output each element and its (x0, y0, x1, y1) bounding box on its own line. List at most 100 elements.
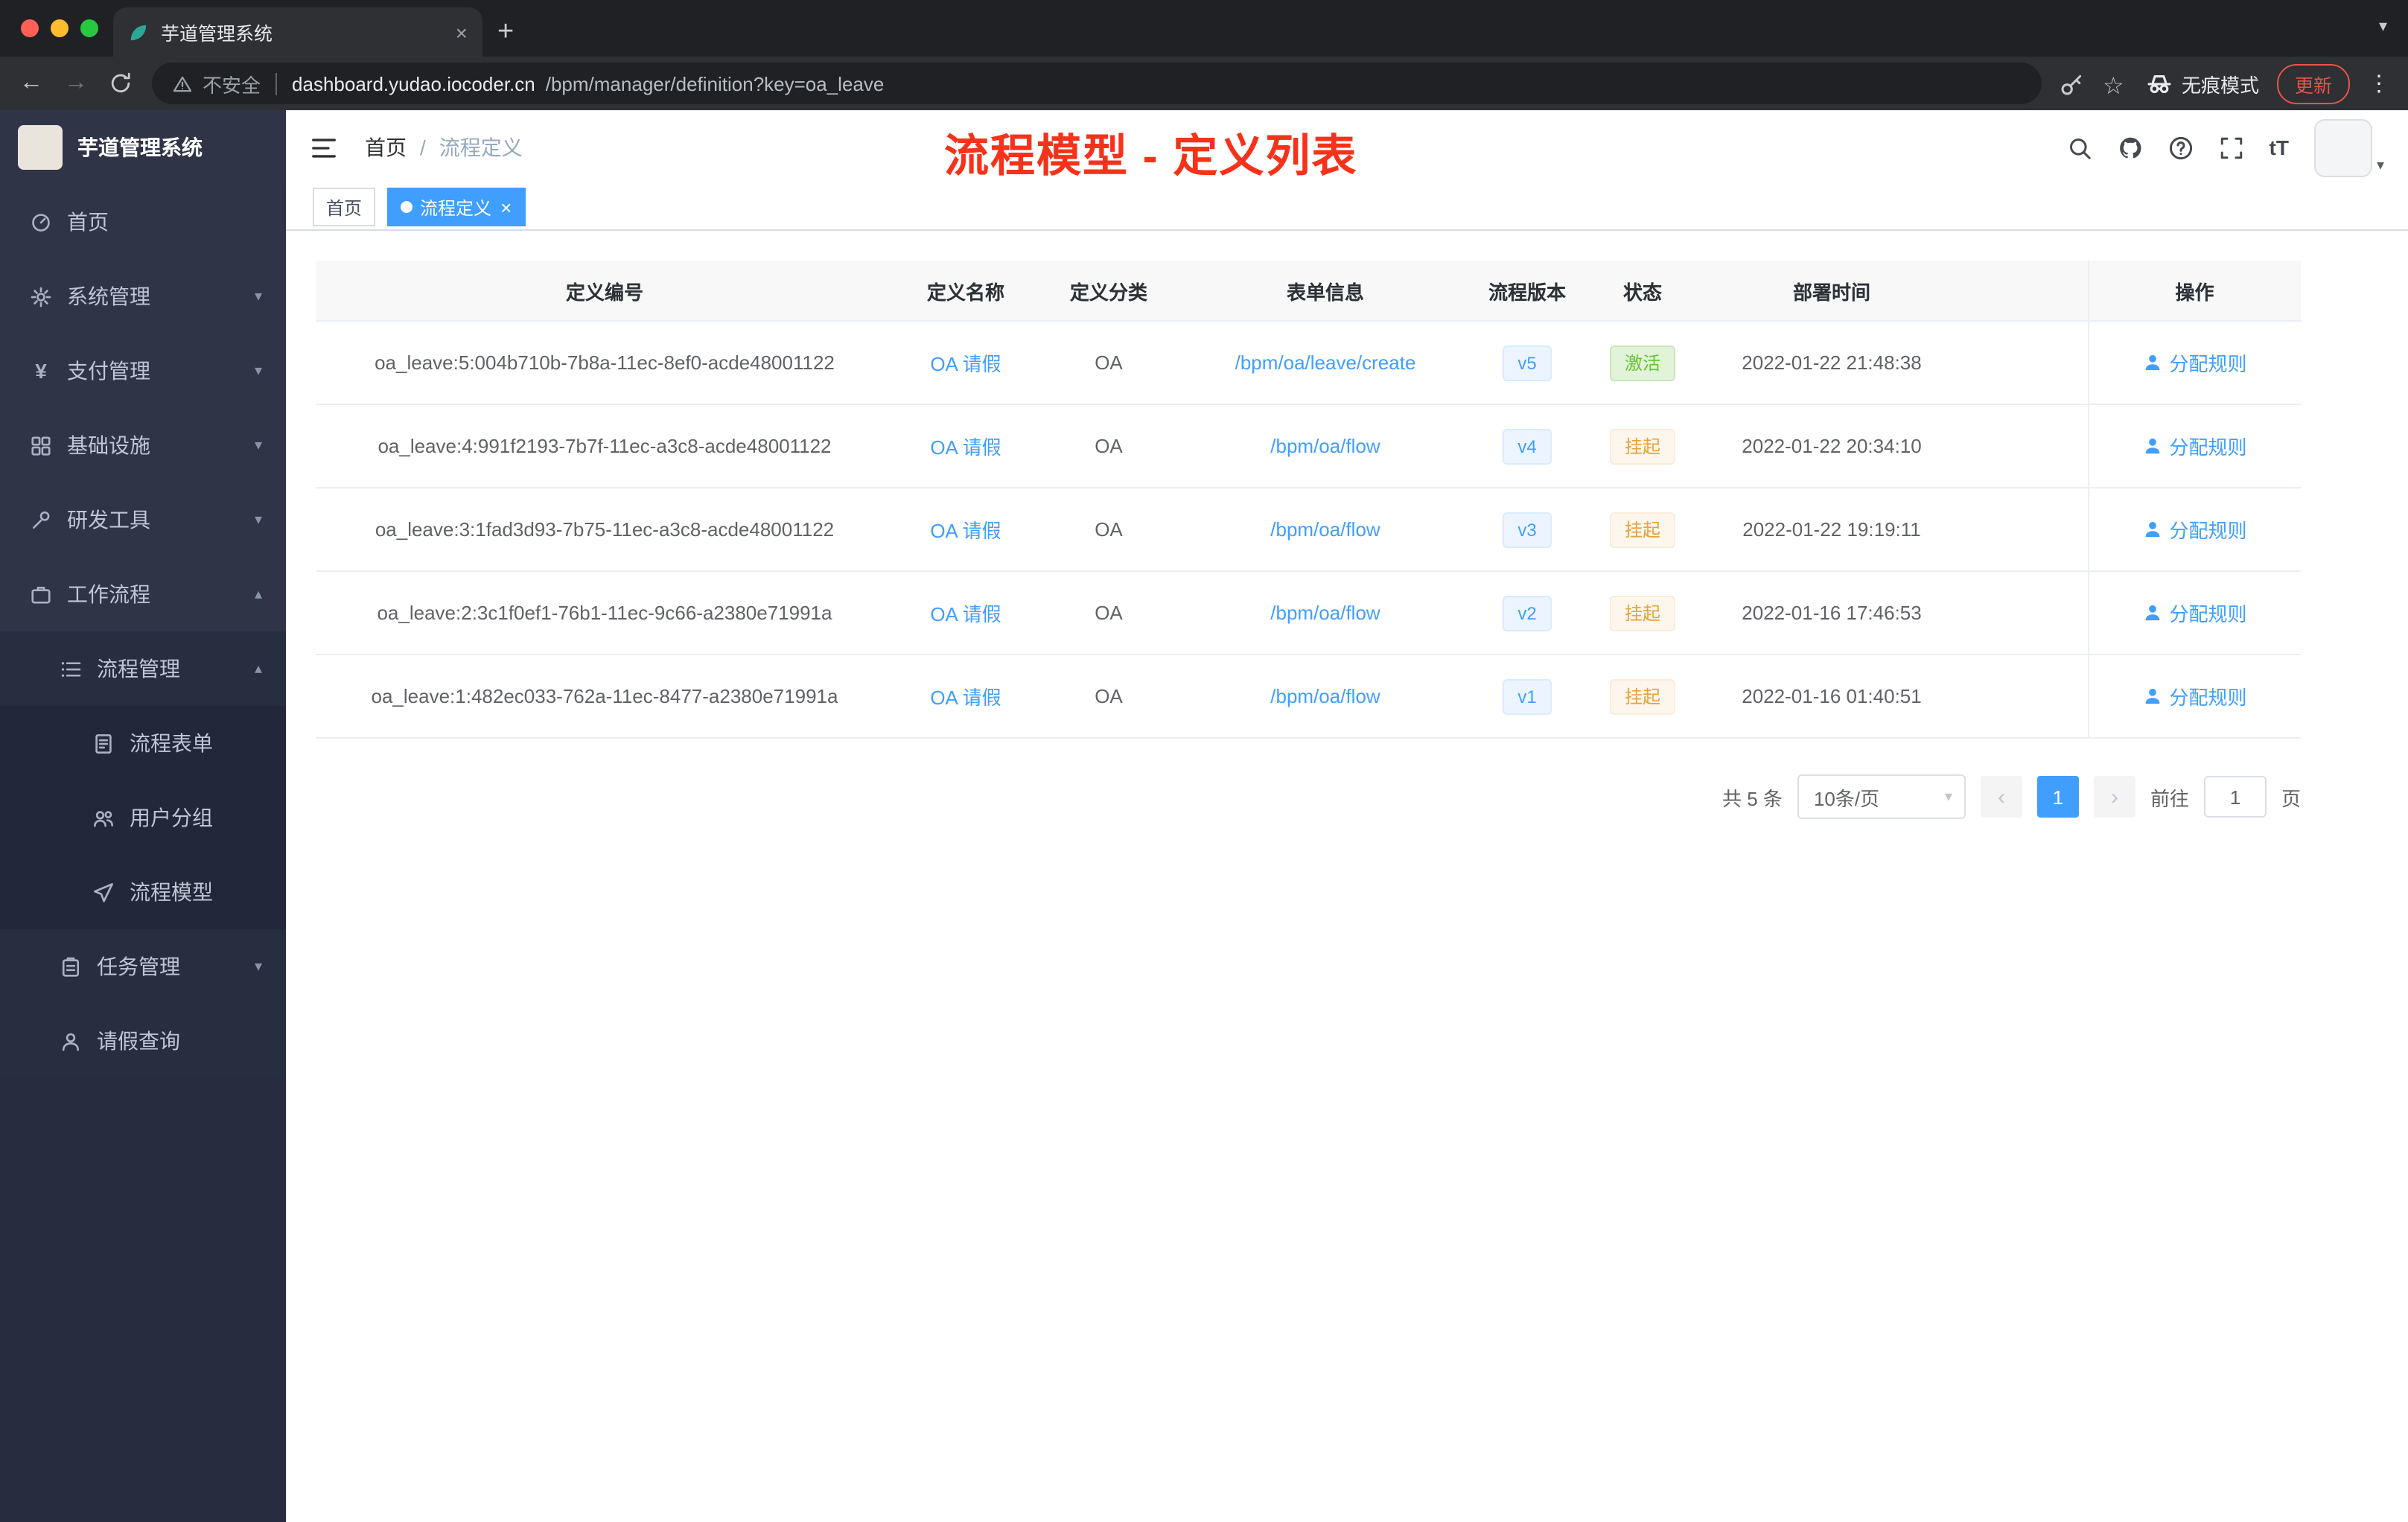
status-badge: 挂起 (1609, 512, 1675, 547)
tab-close-icon[interactable]: × (456, 20, 468, 44)
deploy-time-cell: 2022-01-16 17:46:53 (1702, 571, 1961, 655)
bookmark-star-icon[interactable]: ☆ (2103, 71, 2128, 99)
status-cell: 挂起 (1583, 571, 1702, 655)
prev-page-button[interactable]: ‹ (1980, 776, 2022, 818)
sidebar-item-流程表单[interactable]: 流程表单 (0, 706, 286, 780)
search-icon[interactable] (2067, 135, 2092, 160)
form-info-link[interactable]: /bpm/oa/leave/create (1235, 351, 1416, 374)
sidebar-item-支付管理[interactable]: ¥ 支付管理 ▾ (0, 334, 286, 408)
chevron-down-icon: ▾ (254, 512, 262, 528)
github-icon[interactable] (2118, 135, 2143, 160)
sidebar-item-研发工具[interactable]: 研发工具 ▾ (0, 483, 286, 557)
user-icon (2142, 520, 2162, 539)
sidebar-item-流程管理[interactable]: 流程管理 ▴ (0, 631, 286, 706)
definition-category-cell: OA (1038, 571, 1179, 655)
sidebar-item-首页[interactable]: 首页 (0, 185, 286, 259)
sidebar-item-工作流程[interactable]: 工作流程 ▴ (0, 557, 286, 631)
font-size-icon[interactable]: tT (2270, 135, 2289, 160)
form-info-cell: /bpm/oa/flow (1179, 571, 1471, 655)
status-badge: 挂起 (1609, 595, 1675, 631)
deploy-time-cell: 2022-01-22 21:48:38 (1702, 321, 1961, 405)
process-version-cell: v4 (1471, 404, 1583, 488)
assign-rule-link[interactable]: 分配规则 (2142, 515, 2247, 544)
app-logo: 芋道管理系统 (0, 110, 286, 185)
sidebar-item-label: 工作流程 (67, 582, 150, 606)
form-info-link[interactable]: /bpm/oa/flow (1270, 602, 1380, 624)
sidebar-item-系统管理[interactable]: 系统管理 ▾ (0, 259, 286, 334)
form-info-link[interactable]: /bpm/oa/flow (1270, 518, 1380, 541)
sidebar-item-基础设施[interactable]: 基础设施 ▾ (0, 408, 286, 483)
key-icon[interactable] (2060, 71, 2085, 96)
page-size-select[interactable]: 10条/页 ▾ (1797, 774, 1966, 819)
definition-name-link[interactable]: OA 请假 (930, 436, 1001, 459)
user-icon (2142, 436, 2162, 456)
form-info-link[interactable]: /bpm/oa/flow (1270, 435, 1380, 457)
caret-down-icon: ▾ (1944, 789, 1952, 805)
back-button[interactable]: ← (18, 70, 45, 97)
tag-首页[interactable]: 首页 (313, 188, 376, 226)
window-controls (21, 19, 98, 37)
sidebar-item-流程模型[interactable]: 流程模型 (0, 855, 286, 929)
assign-rule-label: 分配规则 (2169, 520, 2247, 542)
action-cell: 分配规则 (2087, 655, 2301, 739)
url-domain: dashboard.yudao.iocoder.cn (292, 72, 535, 95)
status-badge: 挂起 (1609, 678, 1675, 714)
next-page-button[interactable]: › (2093, 776, 2135, 818)
tag-流程定义[interactable]: 流程定义 × (387, 188, 526, 226)
header-actions: tT ▾ (2067, 118, 2384, 176)
chevron-up-icon: ▴ (254, 660, 262, 677)
sidebar-item-用户分组[interactable]: 用户分组 (0, 780, 286, 855)
filler-cell (1961, 655, 2088, 739)
tag-close-icon[interactable]: × (500, 196, 512, 218)
page-number-button[interactable]: 1 (2036, 776, 2079, 818)
assign-rule-link[interactable]: 分配规则 (2142, 599, 2247, 627)
forward-button[interactable]: → (63, 70, 89, 97)
assign-rule-link[interactable]: 分配规则 (2142, 348, 2247, 377)
warning-icon (173, 74, 192, 93)
definition-name-link[interactable]: OA 请假 (930, 603, 1001, 625)
zoom-window-button[interactable] (80, 19, 98, 37)
screen: 芋道管理系统 × + ▾ ← → 不安全 dashboard.yudao.ioc… (0, 0, 2408, 1522)
person-icon (60, 1030, 82, 1052)
table-row: oa_leave:1:482ec033-762a-11ec-8477-a2380… (316, 655, 2301, 739)
definition-name-link[interactable]: OA 请假 (930, 353, 1001, 375)
chevron-down-icon: ▾ (254, 437, 262, 453)
sidebar-item-请假查询[interactable]: 请假查询 (0, 1004, 286, 1078)
yen-icon: ¥ (35, 359, 47, 383)
user-menu[interactable]: ▾ (2313, 118, 2384, 176)
browser-tab[interactable]: 芋道管理系统 × (113, 7, 482, 57)
version-badge: v1 (1503, 678, 1552, 714)
update-button[interactable]: 更新 (2276, 63, 2350, 104)
tab-search-caret-icon[interactable]: ▾ (2379, 16, 2387, 36)
form-info-link[interactable]: /bpm/oa/flow (1270, 685, 1380, 707)
assign-rule-link[interactable]: 分配规则 (2142, 432, 2247, 460)
incognito-icon (2146, 70, 2173, 97)
definition-name-link[interactable]: OA 请假 (930, 520, 1001, 542)
annotation-overlay: 流程模型 - 定义列表 (944, 133, 1358, 182)
browser-menu-icon[interactable]: ⋮ (2368, 70, 2390, 97)
sidebar-menu: 首页 系统管理 ▾ ¥ 支付管理 ▾ 基础设施 ▾ 研发工具 ▾ 工作流程 ▴ 流程管理 ▴ 流程表单 用户分… (0, 185, 286, 1078)
goto-page-input[interactable] (2203, 776, 2267, 818)
definition-name-link[interactable]: OA 请假 (930, 687, 1001, 709)
definition-id-cell: oa_leave:4:991f2193-7b7f-11ec-a3c8-acde4… (316, 404, 894, 488)
app-header: 首页 / 流程定义 流程模型 - 定义列表 tT ▾ (286, 110, 2408, 185)
close-window-button[interactable] (21, 19, 39, 37)
table-header-row: 定义编号 定义名称 定义分类 表单信息 流程版本 状态 部署时间 操作 (316, 261, 2301, 322)
form-info-cell: /bpm/oa/leave/create (1179, 321, 1471, 405)
version-badge: v2 (1503, 595, 1552, 631)
new-tab-button[interactable]: + (497, 16, 514, 49)
definition-name-cell: OA 请假 (894, 655, 1038, 739)
table-row: oa_leave:5:004b710b-7b8a-11ec-8ef0-acde4… (316, 321, 2301, 405)
collapse-menu-button[interactable] (310, 133, 338, 162)
sidebar-item-任务管理[interactable]: 任务管理 ▾ (0, 929, 286, 1004)
reload-button[interactable] (107, 71, 134, 95)
sidebar-item-label: 请假查询 (97, 1029, 180, 1053)
user-avatar[interactable] (2313, 118, 2372, 176)
fullscreen-icon[interactable] (2219, 135, 2244, 160)
chevron-down-icon: ▾ (254, 363, 262, 379)
help-icon[interactable] (2168, 135, 2194, 160)
minimize-window-button[interactable] (51, 19, 69, 37)
breadcrumb-home[interactable]: 首页 (365, 133, 407, 162)
assign-rule-link[interactable]: 分配规则 (2142, 682, 2247, 710)
url-bar[interactable]: 不安全 dashboard.yudao.iocoder.cn/bpm/manag… (152, 63, 2042, 104)
